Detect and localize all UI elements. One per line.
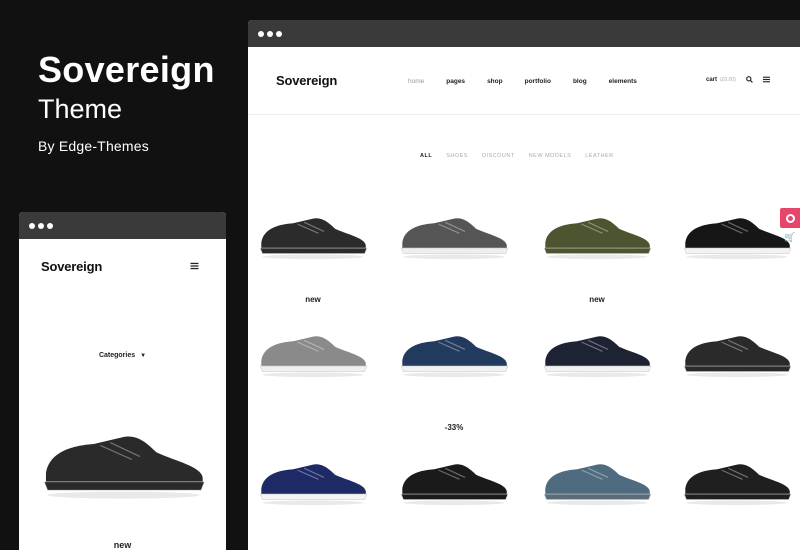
product-card[interactable]: new [258,200,388,330]
product-card[interactable]: new [542,200,672,330]
browser-titlebar [248,20,800,47]
product-card[interactable] [399,446,529,550]
desktop-browser-mockup: Sovereign home pages shop portfolio blog… [248,20,800,550]
side-widgets: 🛒 [780,208,800,246]
mobile-product-label: new [113,540,132,550]
categories-dropdown[interactable]: Categories ▼ [19,352,226,359]
product-filters: ALL SHOES DISCOUNT NEW MODELS LEATHER [420,153,628,159]
filter-discount[interactable]: DISCOUNT [482,153,515,159]
product-card[interactable] [542,318,672,448]
mobile-browser-mockup: Sovereign Categories ▼ new [19,212,226,550]
product-shoe-image[interactable] [258,460,368,506]
nav-item-blog[interactable]: blog [573,78,587,85]
browser-titlebar [19,212,226,239]
hamburger-menu-icon[interactable] [762,76,770,83]
window-dot-icon [38,222,44,229]
window-dot-icon [47,222,53,229]
help-widget-icon[interactable] [780,208,800,228]
promo-byline: By Edge-Themes [38,138,149,154]
product-shoe-image[interactable] [682,332,792,378]
promo-block: Sovereign Theme By Edge-Themes [38,48,215,154]
nav-item-shop[interactable]: shop [487,78,503,85]
search-icon[interactable] [745,76,753,83]
main-nav: home pages shop portfolio blog elements [408,78,659,85]
product-shoe-image[interactable] [542,332,652,378]
product-shoe-image[interactable] [258,214,368,260]
product-card[interactable] [399,200,529,330]
product-badge: new [305,295,321,304]
filter-all[interactable]: ALL [420,153,432,159]
mobile-hamburger-icon[interactable] [190,262,199,270]
product-card[interactable] [682,446,800,550]
site-logo[interactable]: Sovereign [276,73,337,88]
filter-new-models[interactable]: NEW MODELS [529,153,572,159]
categories-label: Categories [98,352,136,359]
window-dot-icon [267,30,273,37]
product-shoe-image[interactable] [682,460,792,506]
nav-item-portfolio[interactable]: portfolio [525,78,551,85]
nav-item-elements[interactable]: elements [609,78,637,85]
product-shoe-image[interactable] [682,214,792,260]
promo-subtitle: Theme [38,94,123,124]
product-shoe-image[interactable] [399,460,509,506]
window-dot-icon [276,30,282,37]
product-badge: new [589,295,605,304]
product-card[interactable] [258,318,388,448]
promo-title: Sovereign [38,49,215,90]
window-dot-icon [29,222,35,229]
product-card[interactable] [682,318,800,448]
chevron-down-icon: ▼ [140,353,147,359]
product-shoe-image[interactable] [399,214,509,260]
product-card[interactable]: -33% [399,318,529,448]
site-header: Sovereign home pages shop portfolio blog… [248,47,800,115]
nav-item-home[interactable]: home [408,78,424,85]
mobile-site-logo[interactable]: Sovereign [41,259,102,274]
product-card[interactable]: -63% [542,446,672,550]
product-shoe-image[interactable] [258,332,368,378]
mobile-product-shoe-image[interactable] [41,430,206,500]
product-badge: -33% [444,423,464,432]
product-shoe-image[interactable] [399,332,509,378]
product-shoe-image[interactable] [542,214,652,260]
cart-widget-icon[interactable]: 🛒 [780,228,800,246]
product-card[interactable]: -36% [258,446,388,550]
filter-shoes[interactable]: SHOES [446,153,468,159]
window-dot-icon [258,30,264,37]
filter-leather[interactable]: LEATHER [585,153,613,159]
header-actions: cart (£0.00) [706,76,770,83]
nav-item-pages[interactable]: pages [446,78,465,85]
cart-price: (£0.00) [720,76,736,83]
cart-link[interactable]: cart [706,77,717,83]
product-shoe-image[interactable] [542,460,652,506]
